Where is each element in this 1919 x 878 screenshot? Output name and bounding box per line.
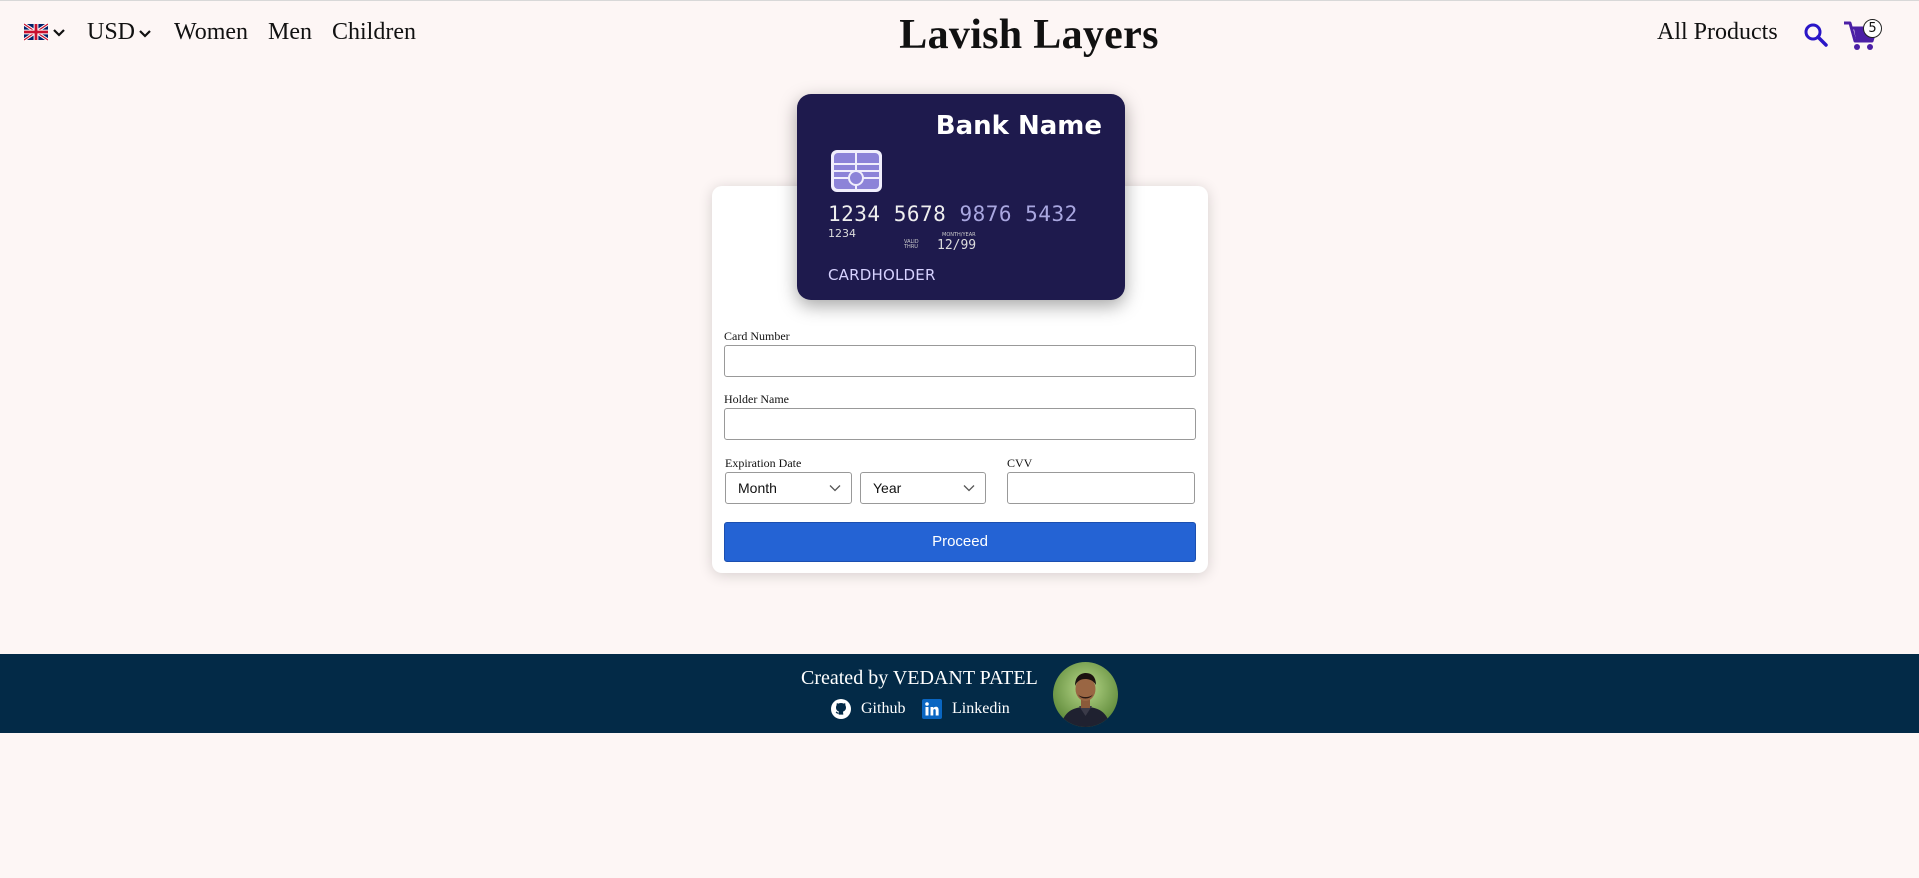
card-small-digits: 1234 bbox=[828, 227, 856, 240]
card-expiry: 12/99 bbox=[937, 238, 977, 253]
card-number-dim: 9876 5432 bbox=[959, 202, 1078, 226]
cart-count-badge: 5 bbox=[1863, 19, 1882, 38]
month-select-value: Month bbox=[738, 480, 777, 496]
holder-name-input[interactable] bbox=[724, 408, 1196, 440]
year-select[interactable]: Year bbox=[860, 472, 986, 504]
linkedin-label: Linkedin bbox=[952, 700, 1010, 717]
card-number-main: 1234 5678 bbox=[828, 202, 960, 226]
footer: Created by VEDANT PATEL Github Linkedin bbox=[0, 654, 1919, 733]
chip-icon bbox=[831, 150, 882, 192]
year-select-value: Year bbox=[873, 480, 902, 496]
top-navbar: USD Women Men Children Lavish Layers All… bbox=[0, 1, 1919, 67]
github-icon bbox=[831, 699, 851, 719]
linkedin-icon bbox=[922, 699, 942, 719]
github-label: Github bbox=[861, 700, 906, 717]
chevron-down-icon bbox=[829, 485, 841, 492]
footer-credit: Created by VEDANT PATEL bbox=[801, 667, 1038, 689]
linkedin-link[interactable]: Linkedin bbox=[922, 699, 1010, 719]
github-link[interactable]: Github bbox=[831, 699, 905, 719]
bank-name: Bank Name bbox=[935, 111, 1102, 141]
holder-name-label: Holder Name bbox=[724, 392, 789, 406]
avatar bbox=[1053, 662, 1118, 727]
card-number-display: 1234 5678 9876 5432 bbox=[828, 202, 1078, 226]
cvv-input[interactable] bbox=[1007, 472, 1195, 504]
card-number-input[interactable] bbox=[724, 345, 1196, 377]
month-select[interactable]: Month bbox=[725, 472, 852, 504]
credit-card-preview: Bank Name 1234 5678 9876 5432 1234 VALID… bbox=[797, 94, 1125, 300]
proceed-button[interactable]: Proceed bbox=[724, 522, 1196, 562]
expiration-date-label: Expiration Date bbox=[725, 456, 802, 470]
brand-title[interactable]: Lavish Layers bbox=[0, 11, 1919, 59]
cardholder-name: CARDHOLDER bbox=[828, 266, 936, 284]
search-icon[interactable] bbox=[1803, 22, 1829, 48]
nav-link-all-products[interactable]: All Products bbox=[1657, 19, 1778, 46]
card-number-label: Card Number bbox=[724, 329, 790, 343]
valid-thru-label: VALID THRU bbox=[904, 239, 919, 250]
cvv-label: CVV bbox=[1007, 456, 1033, 470]
chevron-down-icon bbox=[963, 485, 975, 492]
